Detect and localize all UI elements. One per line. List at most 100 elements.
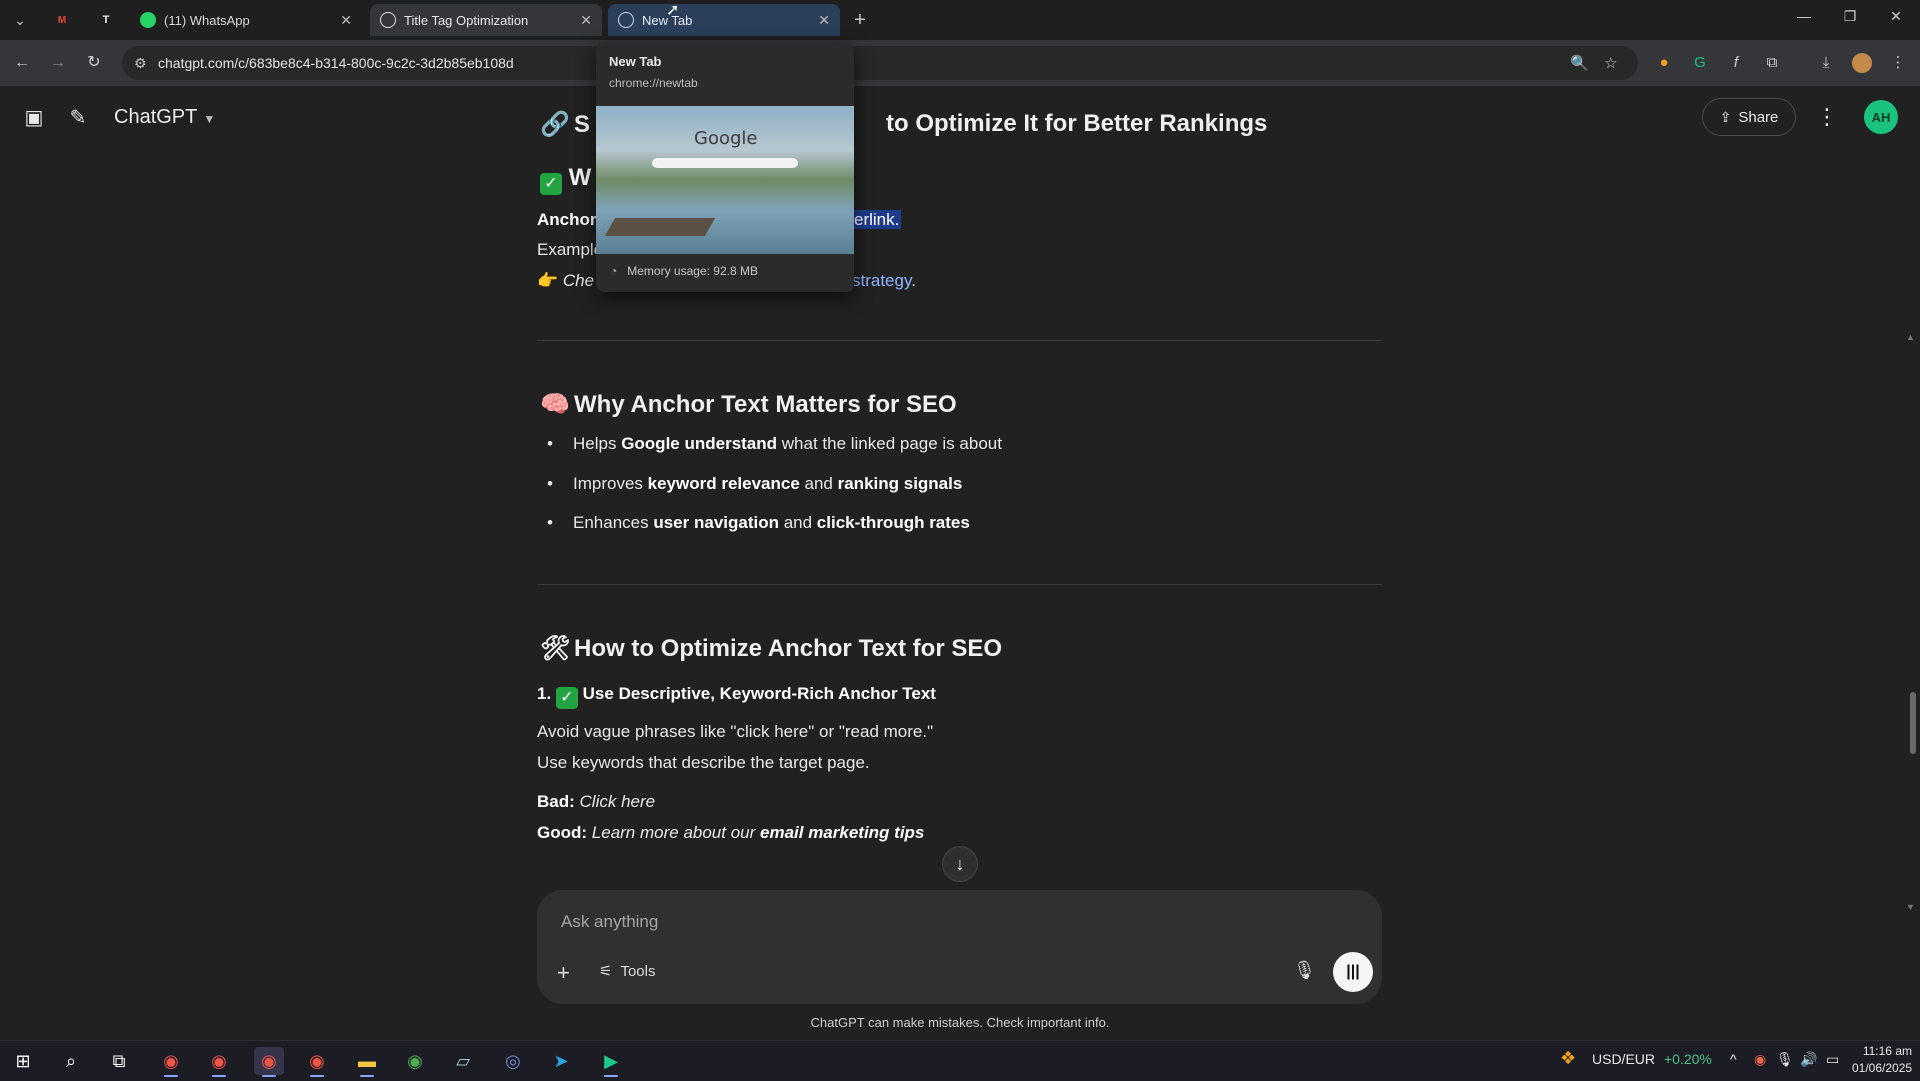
- grammarly-icon[interactable]: G: [1688, 51, 1712, 75]
- example-text: Che: [562, 271, 595, 290]
- ticker-change: +0.20%: [1664, 1051, 1712, 1067]
- step-number: 1.: [537, 684, 552, 703]
- network-icon[interactable]: ▭: [1826, 1051, 1839, 1068]
- highlighted-text: erlink.: [852, 210, 902, 229]
- anchor-definition-tail: erlink.: [852, 210, 902, 230]
- tools-icon: 🛠: [540, 635, 571, 662]
- section-heading-tail: to Optimize It for Better Rankings: [886, 110, 1268, 137]
- list-item: Enhances user navigation and click-throu…: [547, 513, 970, 533]
- hover-card-url: chrome://newtab: [609, 76, 698, 90]
- example-line: 👉 Che: [537, 271, 594, 291]
- chrome-icon[interactable]: ◉: [254, 1047, 284, 1077]
- clock-date: 01/06/2025: [1852, 1061, 1913, 1075]
- bookmark-star-icon[interactable]: ☆: [1604, 54, 1617, 72]
- brain-icon: 🧠: [540, 391, 570, 418]
- scroll-to-bottom-button[interactable]: ↓: [942, 846, 978, 882]
- tab-chatgpt[interactable]: Title Tag Optimization ✕: [370, 4, 602, 36]
- scroll-down-arrow-icon[interactable]: ▼: [1906, 902, 1915, 912]
- tab-new-tab[interactable]: New Tab ✕: [608, 4, 840, 36]
- chrome-icon: [618, 12, 634, 28]
- divider: [537, 584, 1382, 585]
- list-item: Improves keyword relevance and ranking s…: [547, 474, 962, 494]
- example-line-tail: strategy.: [852, 271, 916, 291]
- tab-whatsapp[interactable]: (11) WhatsApp ✕: [130, 4, 362, 36]
- why-heading-text: Why Anchor Text Matters for SEO: [574, 391, 957, 418]
- telegram-icon[interactable]: ➤: [546, 1047, 576, 1075]
- record-icon[interactable]: ◉: [1754, 1051, 1766, 1068]
- example-label: Example: [537, 240, 604, 259]
- notes-app-icon[interactable]: ▱: [448, 1047, 478, 1075]
- profile-avatar-icon[interactable]: [1850, 51, 1874, 75]
- terminal-app-icon[interactable]: ▶: [596, 1047, 626, 1077]
- chrome-menu-icon[interactable]: ⋮: [1886, 51, 1910, 75]
- period: .: [911, 271, 916, 290]
- microphone-icon[interactable]: 🎙: [1293, 960, 1316, 981]
- discord-icon[interactable]: ◎: [498, 1047, 528, 1075]
- model-selector[interactable]: ChatGPT ▼: [114, 106, 215, 129]
- gmail-icon: M: [57, 14, 67, 26]
- close-icon[interactable]: ✕: [818, 12, 830, 29]
- back-arrow-icon[interactable]: ←: [10, 51, 34, 75]
- share-button[interactable]: ⇪ Share: [1702, 98, 1796, 136]
- function-extension-icon[interactable]: f: [1724, 51, 1748, 75]
- address-bar[interactable]: ⚙ chatgpt.com/c/683be8c4-b314-800c-9c2c-…: [122, 46, 1638, 80]
- what-heading-partial: ✓ W: [540, 164, 591, 195]
- composer[interactable]: Ask anything + ⚟ Tools 🎙 |||: [537, 890, 1382, 1004]
- minimize-icon[interactable]: —: [1784, 8, 1824, 32]
- forward-arrow-icon[interactable]: →: [46, 51, 70, 75]
- window-close-icon[interactable]: ✕: [1876, 8, 1916, 32]
- share-label: Share: [1738, 108, 1779, 126]
- volume-icon[interactable]: 🔊: [1800, 1051, 1817, 1068]
- tab-gmail[interactable]: M: [40, 4, 84, 36]
- clock-time: 11:16 am: [1862, 1044, 1912, 1058]
- sidebar-toggle-icon[interactable]: ▣: [20, 104, 48, 132]
- close-icon[interactable]: ✕: [580, 12, 592, 29]
- bad-example: Bad: Click here: [537, 792, 656, 811]
- anchor-definition: Anchor: [537, 210, 597, 230]
- new-tab-plus-icon[interactable]: +: [848, 8, 872, 32]
- prompt-input[interactable]: Ask anything: [561, 912, 658, 932]
- windows-start-icon[interactable]: ⊞: [8, 1047, 38, 1075]
- memory-usage: ◔ Memory usage: 92.8 MB: [610, 264, 758, 278]
- scroll-up-arrow-icon[interactable]: ▲: [1906, 332, 1915, 342]
- file-explorer-icon[interactable]: ▬: [352, 1047, 382, 1077]
- task-view-icon[interactable]: ⧉: [104, 1047, 134, 1075]
- chrome-icon[interactable]: ◉: [400, 1047, 430, 1075]
- restore-icon[interactable]: ❐: [1830, 8, 1870, 32]
- download-icon[interactable]: ⤓: [1814, 51, 1838, 75]
- tab-trello[interactable]: T: [84, 4, 128, 36]
- extension-icon[interactable]: ●: [1652, 51, 1676, 75]
- scrollbar-thumb[interactable]: [1910, 692, 1916, 754]
- openai-icon: [380, 12, 396, 28]
- tab-hover-card: New Tab chrome://newtab Google ◔ Memory u…: [596, 42, 854, 292]
- clock[interactable]: 11:16 am 01/06/2025: [1852, 1044, 1912, 1075]
- how-heading: 🛠 How to Optimize Anchor Text for SEO: [540, 634, 1002, 663]
- chrome-icon[interactable]: ◉: [204, 1047, 234, 1077]
- tab-search-chevron-icon[interactable]: ⌄: [8, 8, 32, 32]
- trello-icon: T: [102, 14, 110, 26]
- tray-chevron-icon[interactable]: ^: [1730, 1051, 1737, 1067]
- new-chat-icon[interactable]: ✎: [64, 104, 92, 132]
- section-heading-partial: 🔗 S: [540, 110, 590, 139]
- zoom-icon[interactable]: 🔍: [1570, 54, 1589, 72]
- chrome-icon[interactable]: ◉: [302, 1047, 332, 1077]
- stocks-icon[interactable]: ❖: [1560, 1048, 1576, 1069]
- voice-mode-button[interactable]: |||: [1333, 952, 1373, 992]
- microphone-icon[interactable]: 🎙: [1776, 1051, 1794, 1068]
- example-link[interactable]: strategy: [852, 271, 911, 290]
- tools-button[interactable]: ⚟ Tools: [599, 962, 655, 980]
- ticker-label[interactable]: USD/EUR: [1592, 1051, 1655, 1067]
- thumbnail-dock: [604, 218, 716, 236]
- extensions-puzzle-icon[interactable]: ⧉: [1760, 51, 1784, 75]
- search-icon[interactable]: ⌕: [56, 1047, 86, 1075]
- add-attachment-icon[interactable]: +: [557, 960, 570, 986]
- anchor-label: Anchor: [537, 210, 597, 229]
- reload-icon[interactable]: ↻: [82, 51, 106, 75]
- heading-fragment: W: [568, 164, 592, 191]
- site-info-icon[interactable]: ⚙: [134, 55, 147, 72]
- memory-text: Memory usage: 92.8 MB: [627, 264, 758, 278]
- close-icon[interactable]: ✕: [340, 12, 352, 29]
- chrome-icon[interactable]: ◉: [156, 1047, 186, 1077]
- more-options-icon[interactable]: ⋮: [1816, 104, 1838, 130]
- user-avatar[interactable]: AH: [1864, 100, 1898, 134]
